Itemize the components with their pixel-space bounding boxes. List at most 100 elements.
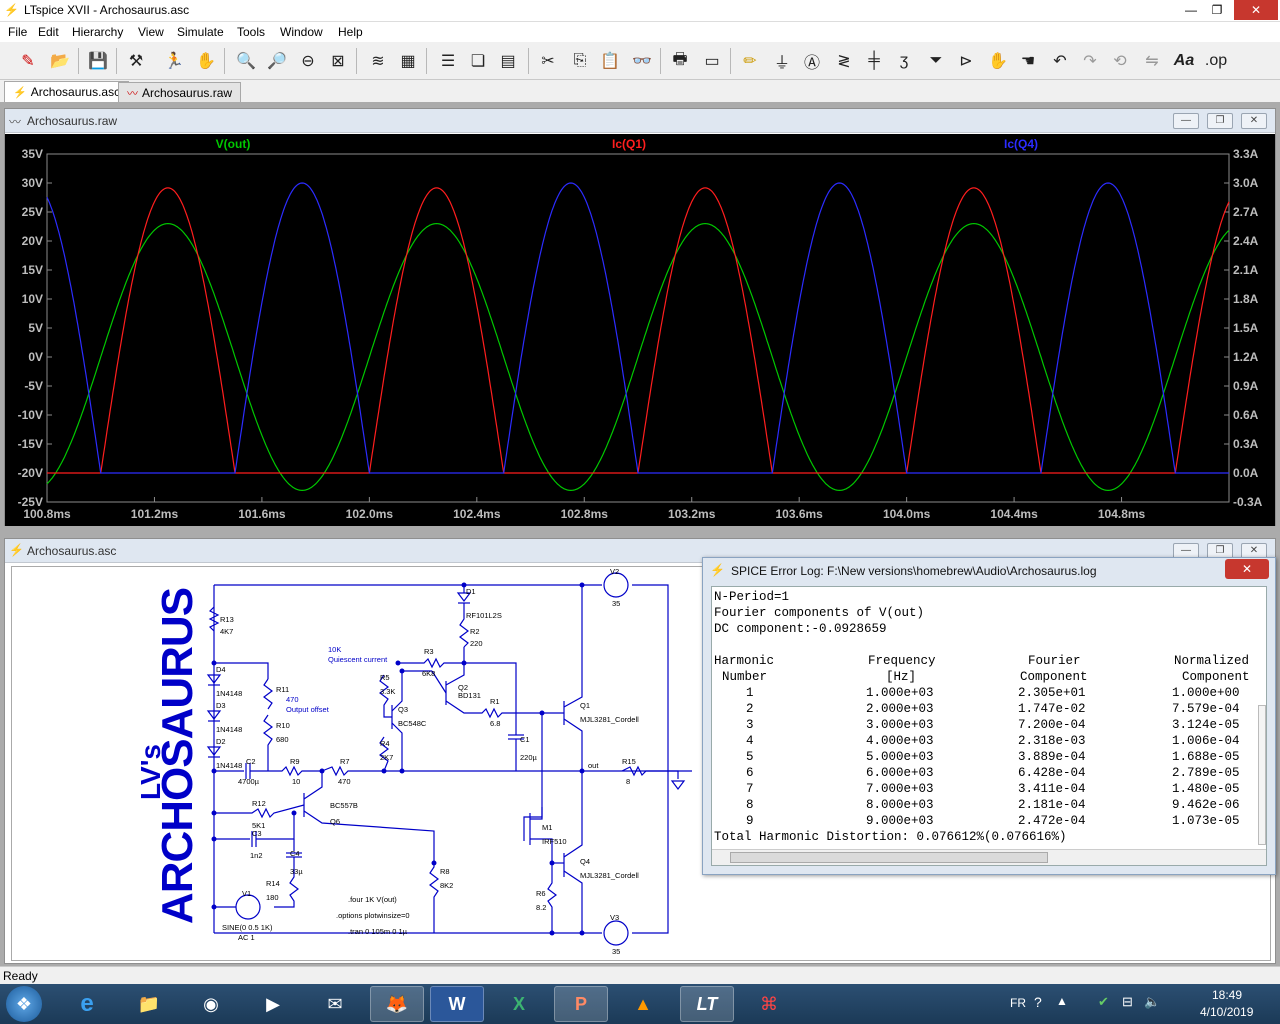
excel-taskbar-icon[interactable]: X: [492, 986, 546, 1022]
close-button[interactable]: ✕: [1234, 0, 1278, 20]
menu-simulate[interactable]: Simulate: [177, 25, 224, 39]
menu-file[interactable]: File: [8, 25, 27, 39]
annotation: Quiescent current: [328, 655, 388, 664]
waveform-plot[interactable]: 35V30V25V20V15V10V5V0V-5V-10V-15V-20V-25…: [5, 134, 1275, 526]
maximize-button[interactable]: ❐: [1202, 0, 1232, 20]
start-button[interactable]: ❖: [6, 986, 42, 1022]
ltspice-taskbar-icon[interactable]: LT: [680, 986, 734, 1022]
menu-tools[interactable]: Tools: [237, 25, 265, 39]
clock-time[interactable]: 18:49: [1212, 988, 1242, 1002]
vertical-scrollbar[interactable]: [1258, 705, 1266, 845]
zoom-in-icon[interactable]: 🔍: [234, 49, 258, 73]
explorer-taskbar-icon[interactable]: 📁: [122, 986, 176, 1022]
plot-settings-icon[interactable]: ▦: [396, 49, 420, 73]
menu-window[interactable]: Window: [280, 25, 323, 39]
pane-minimize-button[interactable]: —: [1173, 113, 1199, 129]
resistor-icon[interactable]: ≷: [832, 49, 856, 73]
y-right-tick-label: 2.1A: [1233, 263, 1259, 277]
copy-icon[interactable]: ⎘: [568, 49, 592, 73]
trace-v-out[interactable]: [46, 222, 1230, 492]
spice-directive-icon[interactable]: .op: [1204, 49, 1228, 73]
paste-icon[interactable]: 📋: [598, 49, 622, 73]
media-player-taskbar-icon[interactable]: ▶: [246, 986, 300, 1022]
open-icon[interactable]: 📂: [48, 49, 72, 73]
menu-edit[interactable]: Edit: [38, 25, 59, 39]
cut-icon[interactable]: ✂: [536, 49, 560, 73]
x-tick-label: 102.4ms: [453, 507, 501, 521]
schematic-icon: ⚡: [9, 543, 24, 557]
diode-icon[interactable]: ⏷: [924, 49, 948, 73]
spice-directive[interactable]: .options plotwinsize=0: [336, 911, 410, 920]
undo-icon[interactable]: ↶: [1048, 49, 1072, 73]
save-icon[interactable]: 💾: [86, 49, 110, 73]
part-value: IRF510: [542, 837, 567, 846]
trace-name-label: Ic(Q1): [612, 137, 646, 151]
spice-directive[interactable]: .tran 0 105m 0 1µ: [348, 927, 407, 936]
rotate-icon[interactable]: ⟲: [1108, 49, 1132, 73]
y-left-tick-label: 15V: [22, 263, 43, 277]
column-header: Harmonic: [714, 654, 775, 668]
trace-ic-q4[interactable]: [46, 182, 1229, 474]
autorange-icon[interactable]: ≋: [366, 49, 390, 73]
network-icon[interactable]: ⊟: [1122, 994, 1133, 1010]
halt-icon[interactable]: ✋: [194, 49, 218, 73]
error-log-text[interactable]: N-Period=1 Fourier components of V(out) …: [711, 586, 1267, 866]
drag-hand-icon[interactable]: ☚: [1016, 49, 1040, 73]
capacitor-icon[interactable]: ╪: [862, 49, 886, 73]
draw-wire-icon[interactable]: ✏: [738, 49, 762, 73]
find-icon[interactable]: 👓: [630, 49, 654, 73]
menu-help[interactable]: Help: [338, 25, 363, 39]
zoom-out-icon[interactable]: ⊖: [296, 49, 320, 73]
print-preview-icon[interactable]: ▭: [700, 49, 724, 73]
redo-icon[interactable]: ↷: [1078, 49, 1102, 73]
print-icon[interactable]: 🖶: [668, 49, 692, 73]
scrollbar-thumb[interactable]: [730, 852, 1048, 863]
trace-ic-q1[interactable]: [47, 187, 1230, 474]
tab-label: Archosaurus.raw: [142, 85, 233, 100]
menu-view[interactable]: View: [138, 25, 164, 39]
cascade-icon[interactable]: ❏: [466, 49, 490, 73]
pane-restore-button[interactable]: ❐: [1207, 113, 1233, 129]
vlc-taskbar-icon[interactable]: ▲: [616, 986, 670, 1022]
security-icon[interactable]: ✔: [1098, 994, 1109, 1010]
tray-expand-icon[interactable]: ▲: [1056, 994, 1068, 1008]
run-icon[interactable]: 🏃: [162, 49, 186, 73]
part-value: MJL3281_Cordell: [580, 871, 639, 880]
spice-directive[interactable]: .four 1K V(out): [348, 895, 397, 904]
zoom-pan-icon[interactable]: 🔎: [265, 49, 289, 73]
harmonic-frequency: 7.000e+03: [866, 782, 934, 796]
menu-hierarchy[interactable]: Hierarchy: [72, 25, 123, 39]
document-tabs: ⚡ Archosaurus.asc 〰 Archosaurus.raw: [0, 80, 1280, 102]
new-schematic-icon[interactable]: ✎: [16, 49, 40, 73]
mirror-icon[interactable]: ⇋: [1140, 49, 1164, 73]
clock-date[interactable]: 4/10/2019: [1200, 1005, 1253, 1019]
help-icon[interactable]: ?: [1034, 994, 1042, 1010]
chrome-taskbar-icon[interactable]: ◉: [184, 986, 238, 1022]
control-panel-icon[interactable]: ⚒: [124, 49, 148, 73]
label-net-icon[interactable]: Ⓐ: [800, 49, 824, 73]
pane-close-button[interactable]: ✕: [1241, 113, 1267, 129]
mail-taskbar-icon[interactable]: ✉: [308, 986, 362, 1022]
word-taskbar-icon[interactable]: W: [430, 986, 484, 1022]
inductor-icon[interactable]: ʒ: [892, 49, 916, 73]
zoom-fit-icon[interactable]: ⊠: [326, 49, 350, 73]
ground-icon[interactable]: ⏚: [770, 49, 794, 73]
part-value: SINE(0 0.5 1K): [222, 923, 273, 932]
tile-vertical-icon[interactable]: ▤: [496, 49, 520, 73]
acrobat-taskbar-icon[interactable]: ⌘: [742, 986, 796, 1022]
harmonic-number: 4: [746, 734, 754, 748]
tab-waveform[interactable]: 〰 Archosaurus.raw: [118, 82, 242, 102]
move-hand-icon[interactable]: ✋: [986, 49, 1010, 73]
firefox-taskbar-icon[interactable]: 🦊: [370, 986, 424, 1022]
powerpoint-taskbar-icon[interactable]: P: [554, 986, 608, 1022]
horizontal-scrollbar[interactable]: [712, 849, 1266, 865]
tab-schematic[interactable]: ⚡ Archosaurus.asc: [4, 81, 130, 102]
component-icon[interactable]: ⊳: [954, 49, 978, 73]
volume-icon[interactable]: 🔈: [1144, 994, 1160, 1010]
ie-taskbar-icon[interactable]: e: [60, 986, 114, 1022]
part-label: R14: [266, 879, 280, 888]
language-indicator[interactable]: FR: [1010, 996, 1026, 1010]
error-log-close-button[interactable]: ✕: [1225, 559, 1269, 579]
text-icon[interactable]: Aa: [1172, 49, 1196, 73]
tile-horizontal-icon[interactable]: ☰: [436, 49, 460, 73]
